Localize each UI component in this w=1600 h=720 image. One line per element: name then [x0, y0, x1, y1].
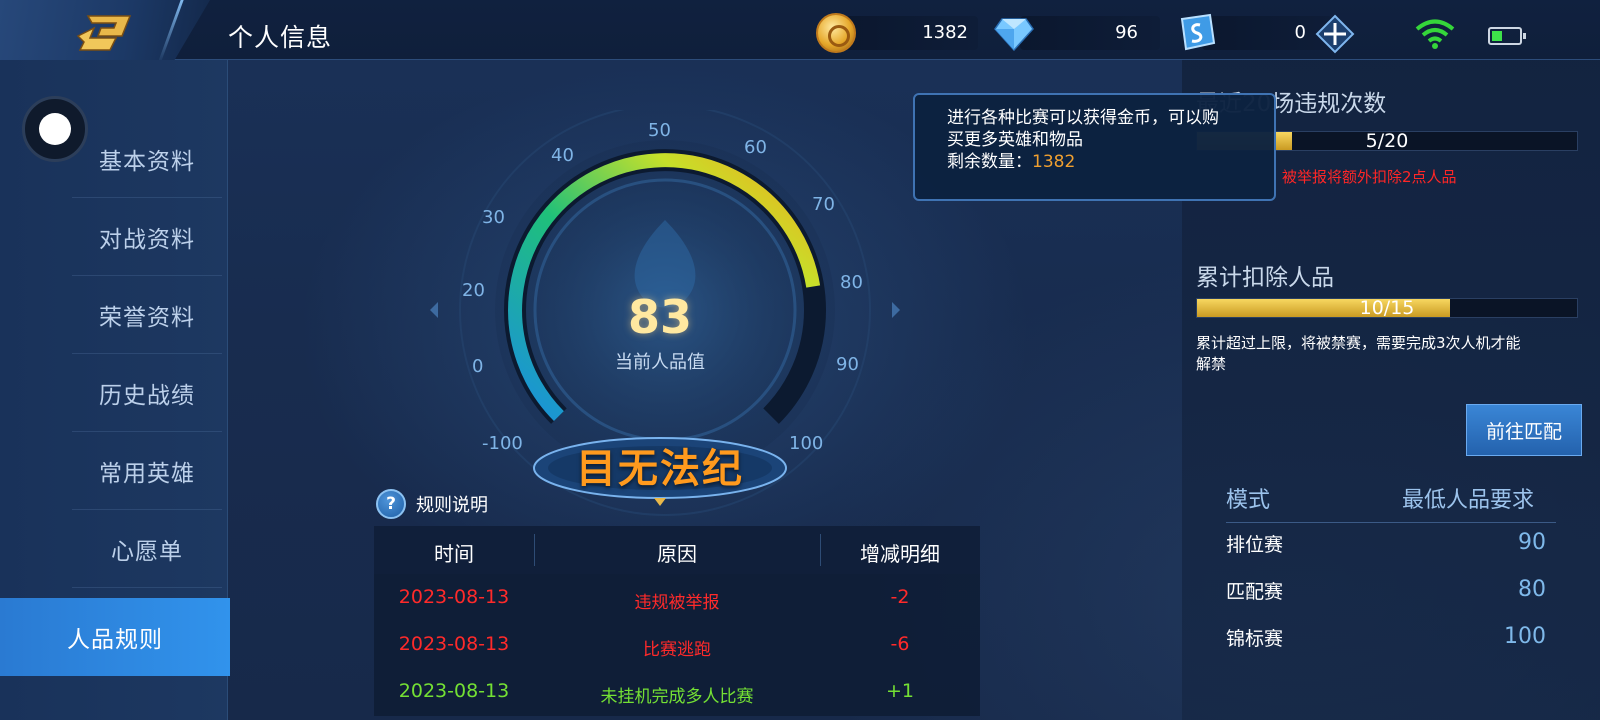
diamond-amount: 96: [1115, 22, 1138, 43]
gauge-tick-label: 100: [789, 433, 824, 454]
gauge-tick-label: 90: [836, 354, 859, 375]
row-reason: 违规被举报: [634, 593, 720, 613]
sidebar-item-credit-rules[interactable]: 人品规则: [0, 598, 230, 676]
gauge-tick-label: 70: [812, 194, 835, 215]
sidebar: 基本资料 对战资料 荣誉资料 历史战绩 常用英雄 心愿单 人品规则: [0, 60, 230, 720]
gold-coin-icon: [816, 13, 856, 53]
deduct-title: 累计扣除人品: [1196, 265, 1334, 291]
wifi-icon: [1415, 19, 1455, 49]
sidebar-item-label: 常用英雄: [99, 460, 195, 487]
gauge-tick-label: 0: [472, 356, 484, 377]
row-delta: +1: [885, 680, 914, 702]
gauge-tick-label: 80: [840, 272, 863, 293]
sidebar-item-wishlist[interactable]: 心愿单: [72, 510, 222, 588]
go-to-match-button[interactable]: 前往匹配: [1466, 404, 1582, 456]
requirements-divider: [1226, 522, 1556, 523]
tooltip-line: 进行各种比赛可以获得金币，可以购: [947, 108, 1219, 128]
table-row: 2023-08-13 未挂机完成多人比赛 +1: [374, 668, 980, 715]
requirement-min: 80: [1518, 577, 1546, 602]
status-label: 目无法纪: [576, 446, 744, 492]
back-arrow-icon: [76, 15, 132, 51]
sidebar-item-history[interactable]: 历史战绩: [72, 354, 222, 432]
gauge-tick-label: 60: [744, 137, 767, 158]
row-time: 2023-08-13: [398, 586, 510, 608]
gauge-tick-label: 20: [462, 280, 485, 301]
gauge-left-pointer: [430, 302, 438, 318]
rules-explanation-link[interactable]: ? 规则说明: [376, 488, 488, 520]
tooltip-remaining-value: 1382: [1032, 152, 1076, 172]
row-delta: -2: [890, 586, 910, 608]
back-button[interactable]: [0, 0, 210, 64]
requirement-min: 100: [1504, 624, 1546, 649]
gauge-tick-label: 40: [551, 145, 574, 166]
row-time: 2023-08-13: [398, 633, 510, 655]
requirement-min: 90: [1518, 530, 1546, 555]
credit-score: 83: [627, 290, 692, 344]
top-bar: 个人信息 1382 96 0: [0, 0, 1600, 64]
tooltip-remaining-label: 剩余数量：: [947, 152, 1032, 172]
tooltip-line: 剩余数量：1382: [947, 151, 1274, 173]
rules-link-label: 规则说明: [416, 495, 488, 516]
page-title: 个人信息: [228, 23, 333, 52]
credit-score-label: 当前人品值: [615, 352, 705, 373]
deduct-note-line: 累计超过上限，将被禁赛，需要完成3次人机才能: [1196, 334, 1521, 352]
sidebar-item-honor-info[interactable]: 荣誉资料: [72, 276, 222, 354]
help-icon: ?: [376, 489, 406, 519]
requirement-mode: 锦标赛: [1226, 628, 1284, 650]
violations-warning: 被举报将额外扣除2点人品: [1282, 168, 1457, 186]
credit-history-table: 时间 原因 增减明细 2023-08-13 违规被举报 -2 2023-08-1…: [374, 526, 980, 716]
table-header: 时间 原因 增减明细: [374, 526, 980, 574]
row-delta: -6: [890, 633, 910, 655]
gauge-tick-label: 50: [648, 120, 671, 141]
gold-tooltip: 进行各种比赛可以获得金币，可以购 买更多英雄和物品 剩余数量：1382: [913, 93, 1276, 201]
sidebar-item-label: 基本资料: [99, 148, 195, 175]
column-header-delta: 增减明细: [860, 542, 940, 566]
deduct-note: 累计超过上限，将被禁赛，需要完成3次人机才能 解禁: [1196, 333, 1586, 375]
sidebar-item-label: 荣誉资料: [99, 304, 195, 331]
deduct-progress-bar: 10/15: [1196, 297, 1578, 319]
sidebar-item-favorite-heroes[interactable]: 常用英雄: [72, 432, 222, 510]
voucher-amount: 0: [1294, 22, 1306, 43]
deduct-note-line: 解禁: [1196, 355, 1227, 373]
table-row: 2023-08-13 违规被举报 -2: [374, 574, 980, 621]
sidebar-item-label: 历史战绩: [99, 382, 195, 409]
voucher-currency[interactable]: 0: [1176, 13, 1332, 51]
column-header-reason: 原因: [657, 542, 697, 566]
table-row: 2023-08-13 比赛逃跑 -6: [374, 621, 980, 668]
gauge-tick-label: 30: [482, 207, 505, 228]
diamond-currency[interactable]: 96: [994, 13, 1160, 51]
row-reason: 比赛逃跑: [643, 640, 711, 660]
column-header-time: 时间: [434, 542, 474, 566]
row-reason: 未挂机完成多人比赛: [600, 687, 754, 707]
sidebar-item-basic-info[interactable]: 基本资料: [72, 120, 222, 198]
requirements-header-min: 最低人品要求: [1402, 488, 1535, 513]
row-time: 2023-08-13: [398, 680, 510, 702]
gold-amount: 1382: [922, 22, 968, 43]
gold-currency[interactable]: 1382: [816, 13, 978, 53]
gauge-right-pointer: [892, 302, 900, 318]
sidebar-item-label: 心愿单: [111, 538, 183, 565]
tooltip-line: 买更多英雄和物品: [947, 130, 1083, 150]
gauge-tick-label: -100: [482, 433, 523, 454]
diamond-icon: [994, 18, 1034, 51]
requirement-mode: 排位赛: [1226, 534, 1284, 556]
sidebar-item-label: 对战资料: [99, 226, 195, 253]
floating-assist-ball[interactable]: [22, 96, 88, 162]
requirement-mode: 匹配赛: [1226, 581, 1284, 603]
requirements-header-mode: 模式: [1226, 488, 1271, 513]
plus-icon[interactable]: [1315, 14, 1355, 54]
sidebar-item-label: 人品规则: [67, 627, 163, 653]
sidebar-item-battle-info[interactable]: 对战资料: [72, 198, 222, 276]
battery-icon: [1488, 27, 1526, 45]
voucher-icon: [1180, 13, 1216, 51]
deduct-progress-label: 10/15: [1359, 297, 1415, 319]
